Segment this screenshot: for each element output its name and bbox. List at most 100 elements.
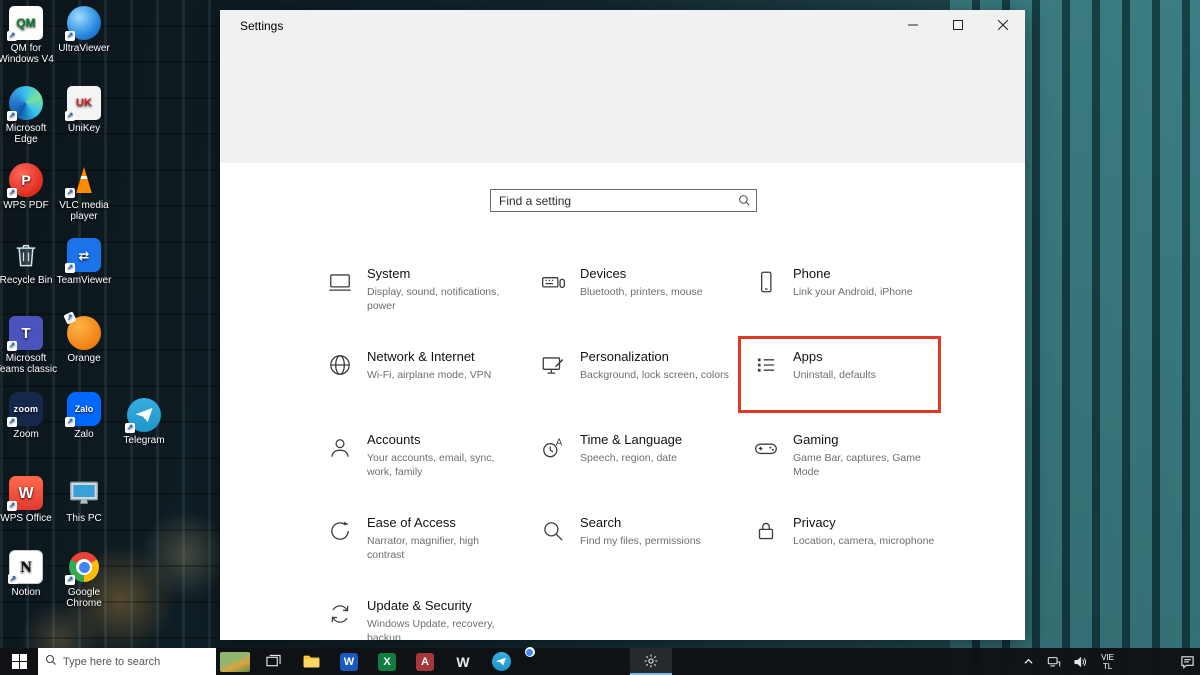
lock-icon [752, 515, 780, 544]
teams-glyph: T [21, 328, 30, 339]
find-a-setting-input[interactable] [491, 194, 732, 208]
desktop-icon-teamviewer[interactable]: ⇄ TeamViewer [52, 238, 116, 286]
qm-icon: QM [9, 6, 43, 40]
desktop-icon-edge[interactable]: Microsoft Edge [0, 86, 58, 145]
news-widget-button[interactable] [216, 648, 254, 675]
teamviewer-glyph: ⇄ [79, 250, 90, 261]
category-network[interactable]: Network & Internet Wi-Fi, airplane mode,… [326, 345, 539, 428]
settings-window: Settings System Display, sound, notifica… [220, 10, 1025, 640]
system-tray: VIE TL [1015, 648, 1200, 675]
find-a-setting-box[interactable] [490, 189, 757, 212]
recycle-bin-icon [9, 238, 43, 272]
desktop-icon-wps-pdf[interactable]: P WPS PDF [0, 163, 58, 211]
access-button[interactable]: A [406, 648, 444, 675]
volume-icon[interactable] [1067, 655, 1093, 669]
category-desc: Location, camera, microphone [793, 534, 934, 548]
wps-office-glyph: W [18, 488, 33, 499]
desktop-icon-orange[interactable]: Orange [52, 316, 116, 364]
task-view-button[interactable] [254, 648, 292, 675]
w-app-button[interactable]: W [444, 648, 482, 675]
desktop-icon-wps-office[interactable]: W WPS Office [0, 476, 58, 524]
category-update-security[interactable]: Update & Security Windows Update, recove… [326, 594, 539, 640]
desktop-icon-recycle-bin[interactable]: Recycle Bin [0, 238, 58, 286]
excel-button[interactable]: X [368, 648, 406, 675]
category-desc: Wi-Fi, airplane mode, VPN [367, 368, 491, 382]
category-phone[interactable]: Phone Link your Android, iPhone [752, 262, 965, 345]
category-search[interactable]: Search Find my files, permissions [539, 511, 752, 594]
desktop-icon-teams[interactable]: T Microsoft Teams classic [0, 316, 58, 375]
category-privacy[interactable]: Privacy Location, camera, microphone [752, 511, 965, 594]
category-devices[interactable]: Devices Bluetooth, printers, mouse [539, 262, 752, 345]
desktop-icon-label: This PC [52, 513, 116, 524]
desktop-icon-qm[interactable]: QM QM for Windows V4 [0, 6, 58, 65]
desktop-icon-label: Zoom [0, 429, 58, 440]
tray-chevron-up-icon[interactable] [1015, 656, 1041, 667]
taskbar-search-box[interactable]: Type here to search [38, 648, 216, 675]
telegram-icon [127, 398, 161, 432]
desktop-icon-zalo[interactable]: Zalo Zalo [52, 392, 116, 440]
word-button[interactable]: W [330, 648, 368, 675]
settings-taskbar-button[interactable] [630, 648, 672, 675]
taskbar: Type here to search W X A W [0, 648, 1200, 675]
category-title: Personalization [580, 349, 729, 364]
desktop-icon-zoom[interactable]: zoom Zoom [0, 392, 58, 440]
language-indicator[interactable]: VIE TL [1093, 653, 1122, 671]
category-desc: Speech, region, date [580, 451, 682, 465]
start-button[interactable] [0, 648, 38, 675]
desktop-icon-notion[interactable]: N Notion [0, 550, 58, 598]
action-center-button[interactable] [1174, 654, 1200, 669]
close-button[interactable] [980, 10, 1025, 40]
apps-list-icon [752, 349, 780, 378]
desktop-icon-label: UniKey [52, 123, 116, 134]
chrome-taskbar-button[interactable] [520, 648, 558, 675]
notion-glyph: N [20, 562, 32, 573]
desktop-icon-label: TeamViewer [52, 275, 116, 286]
category-system[interactable]: System Display, sound, notifications, po… [326, 262, 539, 345]
category-ease-of-access[interactable]: Ease of Access Narrator, magnifier, high… [326, 511, 539, 594]
desktop-icon-this-pc[interactable]: This PC [52, 476, 116, 524]
category-time-language[interactable]: A Time & Language Speech, region, date [539, 428, 752, 511]
file-explorer-button[interactable] [292, 648, 330, 675]
network-icon[interactable] [1041, 655, 1067, 669]
game-controller-icon [752, 432, 780, 461]
category-gaming[interactable]: Gaming Game Bar, captures, Game Mode [752, 428, 965, 511]
desktop-icon-label: QM for Windows V4 [0, 43, 58, 65]
category-title: System [367, 266, 519, 281]
desktop-icon-label: Orange [52, 353, 116, 364]
word-icon: W [340, 653, 358, 671]
category-desc: Background, lock screen, colors [580, 368, 729, 382]
taskbar-search-placeholder: Type here to search [63, 656, 160, 668]
category-accounts[interactable]: Accounts Your accounts, email, sync, wor… [326, 428, 539, 511]
category-title: Devices [580, 266, 703, 281]
unikey-icon: UK [67, 86, 101, 120]
gear-icon [643, 653, 659, 669]
settings-category-grid: System Display, sound, notifications, po… [326, 262, 965, 640]
category-desc: Uninstall, defaults [793, 368, 876, 382]
desktop-icon-chrome[interactable]: Google Chrome [52, 550, 116, 609]
desktop-icon-unikey[interactable]: UK UniKey [52, 86, 116, 134]
desktop-icon-telegram[interactable]: Telegram [112, 398, 176, 446]
refresh-icon [326, 598, 354, 627]
category-personalization[interactable]: Personalization Background, lock screen,… [539, 345, 752, 428]
person-icon [326, 432, 354, 461]
telegram-taskbar-button[interactable] [482, 648, 520, 675]
magnifier-icon [539, 515, 567, 544]
vlc-icon [67, 163, 101, 197]
desktop-icon-vlc[interactable]: VLC media player [52, 163, 116, 222]
maximize-button[interactable] [935, 10, 980, 40]
qm-glyph: QM [16, 18, 35, 29]
notion-icon: N [9, 550, 43, 584]
w-app-icon: W [456, 654, 469, 670]
personalization-icon [539, 349, 567, 378]
category-apps[interactable]: Apps Uninstall, defaults [752, 345, 965, 428]
teams-icon: T [9, 316, 43, 350]
category-title: Ease of Access [367, 515, 519, 530]
wps-pdf-glyph: P [21, 175, 30, 186]
desktop-icon-label: Microsoft Edge [0, 123, 58, 145]
category-desc: Windows Update, recovery, backup [367, 617, 519, 640]
category-title: Accounts [367, 432, 519, 447]
telegram-taskbar-icon [492, 652, 511, 671]
minimize-button[interactable] [890, 10, 935, 40]
desktop-icon-label: Google Chrome [52, 587, 116, 609]
desktop-icon-ultraviewer[interactable]: UltraViewer [52, 6, 116, 54]
